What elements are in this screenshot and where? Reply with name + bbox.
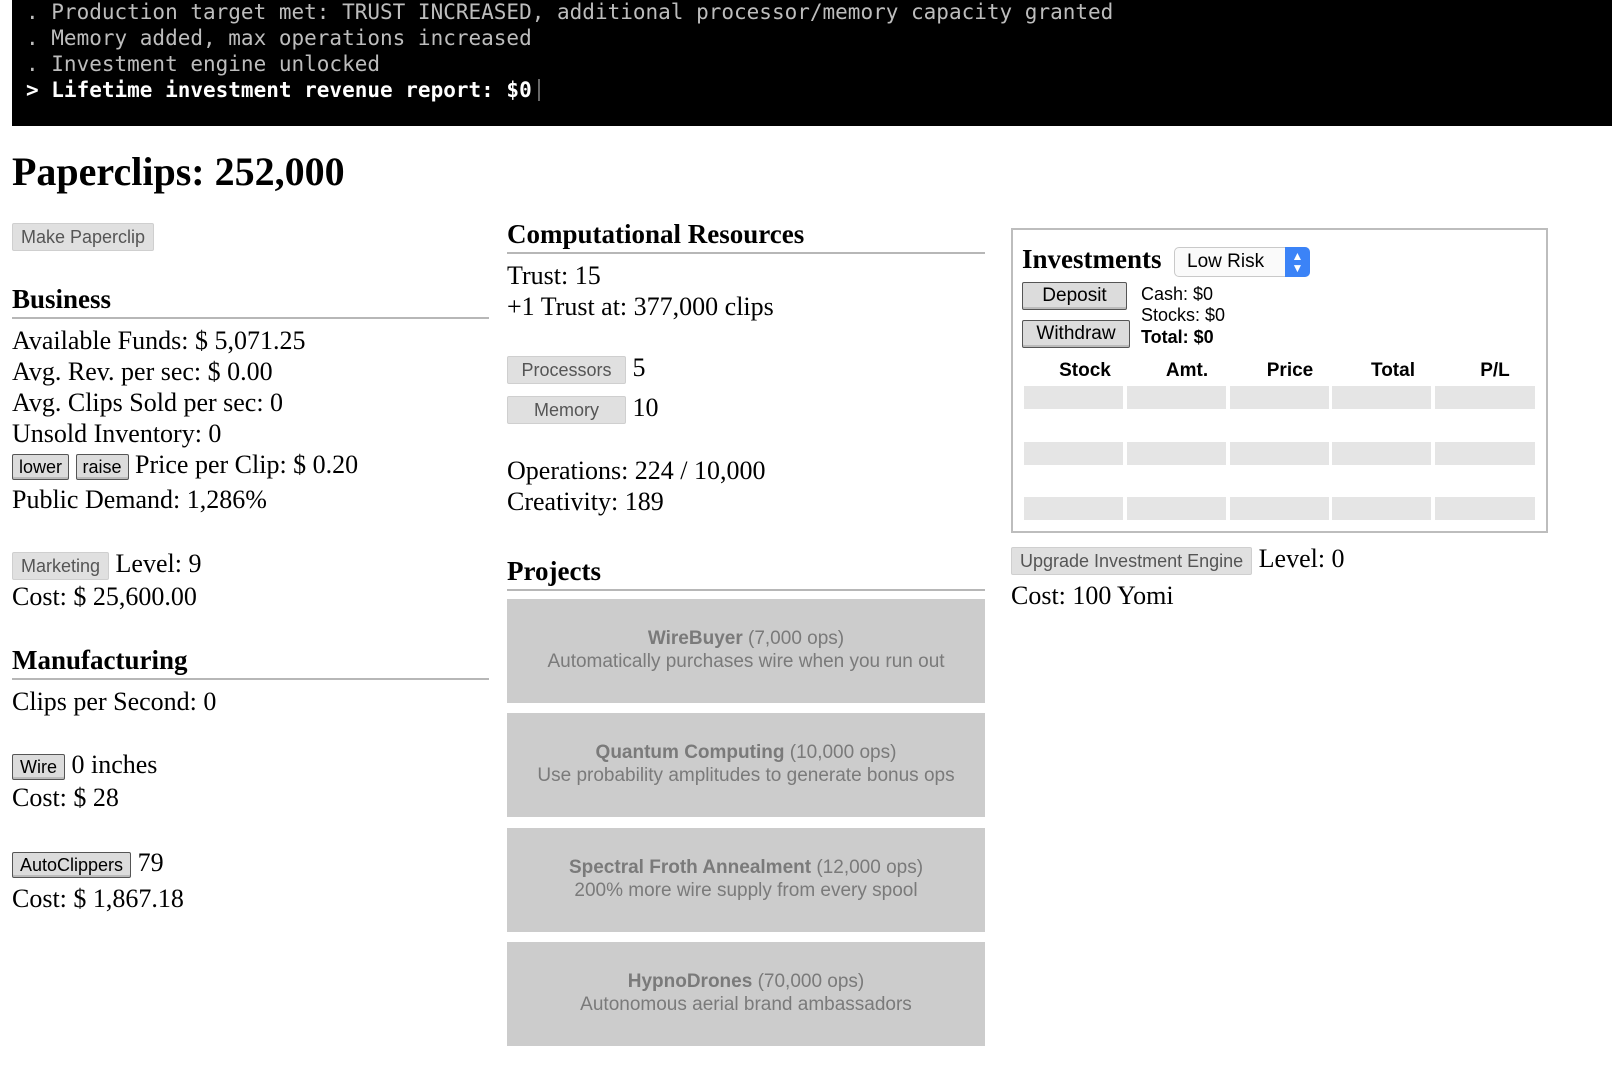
project-wirebuyer[interactable]: WireBuyer (7,000 ops) Automatically purc… <box>507 599 985 703</box>
risk-level-value: Low Risk <box>1187 251 1265 272</box>
business-section: Business Available Funds: $ 5,071.25 Avg… <box>12 284 489 612</box>
table-cell <box>1435 497 1535 520</box>
projects-section: Projects <box>507 556 985 591</box>
table-cell <box>1024 497 1123 520</box>
text-caret <box>537 79 540 101</box>
project-description: Automatically purchases wire when you ru… <box>547 651 945 672</box>
price-per-clip: Price per Clip: $ 0.20 <box>135 450 359 479</box>
project-spectral-froth-annealment[interactable]: Spectral Froth Annealment (12,000 ops) 2… <box>507 828 985 932</box>
select-arrows-icon: ▲ ▼ <box>1285 247 1310 277</box>
project-quantum-computing[interactable]: Quantum Computing (10,000 ops) Use proba… <box>507 713 985 817</box>
trust-value: Trust: 15 <box>507 261 601 290</box>
console-last-line: > Lifetime investment revenue report: $0 <box>26 78 532 102</box>
column-header-price: Price <box>1266 360 1314 381</box>
upgrade-investment-engine-button[interactable]: Upgrade Investment Engine <box>1011 547 1253 575</box>
make-paperclip-button[interactable]: Make Paperclip <box>12 223 155 251</box>
operations: Operations: 224 / 10,000 <box>507 456 766 485</box>
project-name: Quantum Computing <box>595 742 785 763</box>
next-trust: +1 Trust at: 377,000 clips <box>507 292 774 321</box>
marketing-level: Level: 9 <box>115 549 202 578</box>
investments-title: Investments <box>1022 244 1162 274</box>
autoclippers-row: AutoClippers 79 <box>12 847 489 883</box>
memory-button[interactable]: Memory <box>507 396 626 424</box>
paperclip-count: Paperclips: 252,000 <box>12 149 345 194</box>
table-cell <box>1127 497 1226 520</box>
column-header-pl: P/L <box>1480 360 1510 381</box>
project-name: Spectral Froth Annealment <box>568 857 812 878</box>
autoclippers-button[interactable]: AutoClippers <box>12 852 132 878</box>
project-name: HypnoDrones <box>627 971 753 992</box>
marketing-cost: Cost: $ 25,600.00 <box>12 582 197 611</box>
column-header-total: Total <box>1371 360 1415 381</box>
available-funds: Available Funds: $ 5,071.25 <box>12 326 306 355</box>
console-line: . Production target met: TRUST INCREASED… <box>26 0 1114 24</box>
project-name: WireBuyer <box>647 628 743 649</box>
table-cell <box>1230 386 1329 409</box>
computational-section: Computational Resources Trust: 15 +1 Tru… <box>507 219 985 517</box>
project-description: 200% more wire supply from every spool <box>574 880 918 901</box>
business-title: Business <box>12 284 489 319</box>
wire-amount: 0 inches <box>71 750 158 779</box>
processors-button[interactable]: Processors <box>507 356 626 384</box>
marketing-button[interactable]: Marketing <box>12 552 110 580</box>
console-line: . Memory added, max operations increased <box>26 26 532 50</box>
projects-title: Projects <box>507 556 985 591</box>
table-cell <box>1024 386 1123 409</box>
computational-title: Computational Resources <box>507 219 985 254</box>
investments-panel: Investments Low Risk ▲ ▼ Deposit Withdraw… <box>1011 228 1548 533</box>
table-cell <box>1332 386 1431 409</box>
column-header-stock: Stock <box>1059 360 1111 381</box>
table-cell <box>1230 497 1329 520</box>
processors-value: 5 <box>632 353 646 382</box>
wire-cost: Cost: $ 28 <box>12 783 119 812</box>
investment-engine-cost: Cost: 100 Yomi <box>1011 581 1174 610</box>
table-cell <box>1332 497 1431 520</box>
raise-price-button[interactable]: raise <box>75 454 129 480</box>
lower-price-button[interactable]: lower <box>12 454 70 480</box>
public-demand: Public Demand: 1,286% <box>12 485 267 514</box>
table-cell <box>1332 442 1431 465</box>
memory-value: 10 <box>632 393 659 422</box>
investment-engine-level: Level: 0 <box>1258 544 1345 573</box>
project-cost: (10,000 ops) <box>784 742 897 763</box>
project-hypnodrones[interactable]: HypnoDrones (70,000 ops) Autonomous aeri… <box>507 942 985 1046</box>
project-description: Use probability amplitudes to generate b… <box>537 765 955 786</box>
console-line: . Investment engine unlocked <box>26 52 381 76</box>
investment-stocks: Stocks: $0 <box>1141 305 1226 325</box>
manufacturing-section: Manufacturing Clips per Second: 0 Wire 0… <box>12 645 489 914</box>
project-cost: (12,000 ops) <box>811 857 924 878</box>
avg-clips-sold: Avg. Clips Sold per sec: 0 <box>12 388 284 417</box>
withdraw-button[interactable]: Withdraw <box>1022 320 1130 348</box>
price-row: lower raise Price per Clip: $ 0.20 <box>12 449 489 484</box>
manufacturing-title: Manufacturing <box>12 645 489 680</box>
marketing-row: Marketing Level: 9 <box>12 548 489 581</box>
processors-row: Processors 5 <box>507 352 985 392</box>
wire-row: Wire 0 inches <box>12 749 489 782</box>
console-log: . Production target met: TRUST INCREASED… <box>12 0 1612 126</box>
autoclippers-cost: Cost: $ 1,867.18 <box>12 884 184 913</box>
table-cell <box>1024 442 1123 465</box>
memory-row: Memory 10 <box>507 392 985 428</box>
table-cell <box>1435 442 1535 465</box>
project-description: Autonomous aerial brand ambassadors <box>580 994 912 1015</box>
unsold-inventory: Unsold Inventory: 0 <box>12 419 222 448</box>
investment-total: Total: $0 <box>1141 327 1214 347</box>
deposit-button[interactable]: Deposit <box>1022 282 1127 310</box>
avg-revenue: Avg. Rev. per sec: $ 0.00 <box>12 357 273 386</box>
table-cell <box>1435 386 1535 409</box>
creativity: Creativity: 189 <box>507 487 664 516</box>
console-prompt-line: > Lifetime investment revenue report: $0 <box>26 77 1612 103</box>
autoclippers-count: 79 <box>137 848 164 877</box>
table-cell <box>1127 386 1226 409</box>
buy-wire-button[interactable]: Wire <box>12 754 65 780</box>
table-cell <box>1230 442 1329 465</box>
project-cost: (70,000 ops) <box>752 971 865 992</box>
project-cost: (7,000 ops) <box>742 628 845 649</box>
table-cell <box>1127 442 1226 465</box>
investment-cash: Cash: $0 <box>1141 284 1214 304</box>
risk-level-select[interactable]: Low Risk ▲ ▼ <box>1174 247 1310 277</box>
clips-per-second: Clips per Second: 0 <box>12 687 217 716</box>
column-header-amount: Amt. <box>1165 360 1209 381</box>
investment-engine-row: Upgrade Investment Engine Level: 0 <box>1011 543 1345 579</box>
